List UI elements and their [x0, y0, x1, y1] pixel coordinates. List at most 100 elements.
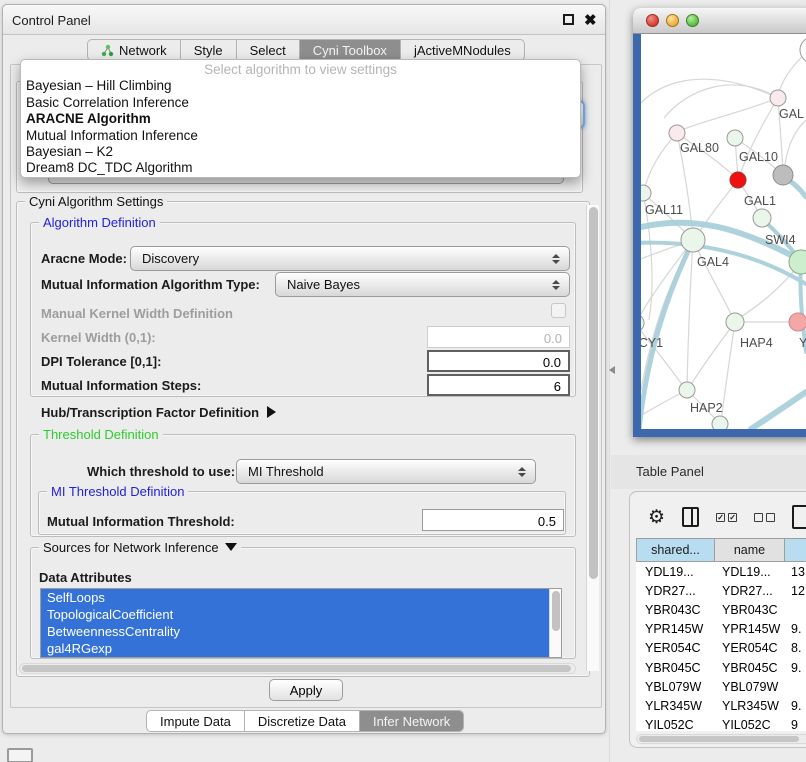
expander-right-arrow-icon[interactable] — [267, 406, 276, 418]
kernel-width-field[interactable] — [427, 326, 570, 348]
cyni-bottom-tabs: Impute Data Discretize Data Infer Networ… — [146, 710, 464, 732]
node-label: GAL80 — [680, 141, 719, 155]
table-row[interactable]: YER054CYER054C8. — [636, 639, 806, 658]
node-gal-top-right[interactable] — [770, 90, 786, 106]
deselect-all-icon[interactable] — [754, 513, 775, 522]
control-panel-title: Control Panel — [12, 13, 91, 28]
tab-cyni-toolbox[interactable]: Cyni Toolbox — [299, 40, 400, 60]
apply-button[interactable]: Apply — [269, 679, 343, 701]
network-graph: GAL GAL80 GAL10 GAL1 GAL11 SWI4 GAL4 GCY… — [641, 34, 806, 429]
table-row[interactable]: YLR345WYLR345W9. — [636, 696, 806, 715]
settings-vertical-scrollbar-thumb[interactable] — [589, 207, 598, 579]
network-canvas[interactable]: GAL GAL80 GAL10 GAL1 GAL11 SWI4 GAL4 GCY… — [641, 34, 806, 429]
aracne-mode-value: Discovery — [142, 251, 199, 266]
table-row[interactable]: YBR043CYBR043C — [636, 600, 806, 619]
list-item[interactable]: TopologicalCoefficient — [41, 606, 549, 623]
mac-zoom-icon[interactable] — [686, 14, 699, 27]
tab-style[interactable]: Style — [180, 40, 236, 60]
select-all-icon[interactable]: ✓✓ — [716, 513, 737, 522]
node-label: GAL1 — [744, 194, 776, 208]
node-salmon[interactable] — [789, 313, 806, 331]
table-row[interactable]: YPR145WYPR145W9. — [636, 620, 806, 639]
node-gal80[interactable] — [669, 125, 685, 141]
gear-icon[interactable]: ⚙ — [648, 508, 665, 527]
node-gray[interactable] — [773, 165, 793, 185]
mi-steps-label: Mutual Information Steps: — [41, 378, 201, 393]
table-horizontal-scrollbar[interactable] — [636, 734, 806, 744]
tab-infer-network[interactable]: Infer Network — [359, 711, 463, 731]
node-gal1[interactable] — [753, 209, 771, 227]
mi-type-value: Naive Bayes — [287, 277, 360, 292]
tab-discretize-data[interactable]: Discretize Data — [244, 711, 359, 731]
table-panel-title: Table Panel — [636, 464, 704, 479]
docked-panel-icon[interactable] — [7, 748, 33, 762]
node-label: GAL — [779, 107, 804, 121]
combo-stepper-icon — [552, 247, 561, 270]
node-gal4[interactable] — [681, 228, 705, 252]
table-body: YDL19...YDL19...13 YDR27...YDR27...12 YB… — [636, 562, 806, 731]
close-icon[interactable]: ✖ — [584, 11, 597, 29]
which-threshold-combobox[interactable]: MI Threshold — [236, 459, 536, 484]
node-label: SWI4 — [765, 233, 796, 247]
column-header-shared-name[interactable]: shared... — [637, 539, 714, 561]
hub-definition-expander[interactable]: Hub/Transcription Factor Definition — [41, 405, 276, 420]
list-item[interactable]: gal4RGexp — [41, 640, 549, 657]
node-gcy1[interactable] — [641, 314, 644, 332]
show-columns-icon[interactable] — [682, 507, 699, 527]
mi-threshold-field[interactable] — [422, 509, 564, 531]
mi-type-combobox[interactable]: Naive Bayes — [275, 272, 570, 297]
node-gal10[interactable] — [727, 130, 743, 146]
data-attributes-list: SelfLoops TopologicalCoefficient Between… — [40, 588, 562, 658]
table-row[interactable]: YBL079WYBL079W — [636, 677, 806, 696]
dpi-tolerance-field[interactable] — [427, 350, 570, 372]
table-row[interactable]: YIL052CYIL052C9 — [636, 716, 806, 732]
node-partial-top-right[interactable] — [800, 37, 806, 63]
control-panel-tabs: Network Style Select Cyni Toolbox jActiv… — [87, 39, 525, 61]
kernel-width-label: Kernel Width (0,1): — [41, 330, 156, 345]
function-builder-icon[interactable] — [792, 505, 806, 529]
popup-item-bayesian-k2[interactable]: Bayesian – K2 — [21, 144, 580, 160]
table-row[interactable]: YDL19...YDL19...13 — [636, 562, 806, 581]
expander-down-arrow-icon[interactable] — [225, 543, 237, 551]
list-vertical-scrollbar[interactable] — [549, 589, 561, 657]
table-horizontal-scrollbar-thumb[interactable] — [639, 736, 799, 742]
aracne-mode-label: Aracne Mode: — [41, 251, 127, 266]
node-label: HAP4 — [740, 336, 773, 350]
node-hap4[interactable] — [726, 313, 744, 331]
popup-item-bayesian-hill-climbing[interactable]: Bayesian – Hill Climbing — [21, 78, 580, 94]
list-vertical-scrollbar-thumb[interactable] — [552, 591, 560, 631]
mi-steps-field[interactable] — [427, 374, 570, 396]
table-row[interactable]: YBR045CYBR045C9. — [636, 658, 806, 677]
node-hap2[interactable] — [679, 382, 695, 398]
table-row[interactable]: YDR27...YDR27...12 — [636, 581, 806, 600]
popup-item-dream8[interactable]: Dream8 DC_TDC Algorithm — [21, 160, 580, 176]
settings-horizontal-scrollbar[interactable] — [19, 663, 576, 674]
splitter-collapse-icon[interactable] — [609, 366, 615, 374]
node-partial-bottom[interactable] — [712, 416, 728, 429]
column-header-name[interactable]: name — [714, 539, 784, 561]
tab-network[interactable]: Network — [88, 40, 180, 60]
cyni-algorithm-settings-title: Cyni Algorithm Settings — [25, 194, 167, 209]
settings-horizontal-scrollbar-thumb[interactable] — [22, 665, 571, 672]
network-window-titlebar[interactable] — [633, 8, 806, 34]
list-item[interactable]: SelfLoops — [41, 589, 549, 606]
combo-stepper-icon — [552, 273, 561, 296]
node-red-selected[interactable] — [730, 172, 746, 188]
tab-impute-data[interactable]: Impute Data — [147, 711, 244, 731]
tab-select[interactable]: Select — [236, 40, 299, 60]
popup-item-basic-correlation[interactable]: Basic Correlation Inference — [21, 95, 580, 111]
aracne-mode-combobox[interactable]: Discovery — [130, 246, 570, 271]
sources-group-title[interactable]: Sources for Network Inference — [39, 540, 241, 555]
list-item[interactable]: BetweennessCentrality — [41, 623, 549, 640]
mac-minimize-icon[interactable] — [666, 14, 679, 27]
popup-item-mutual-information[interactable]: Mutual Information Inference — [21, 128, 580, 144]
manual-kernel-checkbox[interactable] — [551, 303, 566, 318]
tab-jactivemnodules[interactable]: jActiveMNodules — [400, 40, 524, 60]
float-window-icon[interactable] — [563, 14, 574, 25]
network-icon — [101, 44, 114, 57]
settings-vertical-scrollbar[interactable] — [586, 205, 599, 671]
popup-item-aracne[interactable]: ARACNE Algorithm — [21, 111, 580, 127]
panel-divider — [609, 0, 610, 762]
column-header-partial[interactable]: A — [784, 539, 806, 561]
mac-close-icon[interactable] — [646, 14, 659, 27]
